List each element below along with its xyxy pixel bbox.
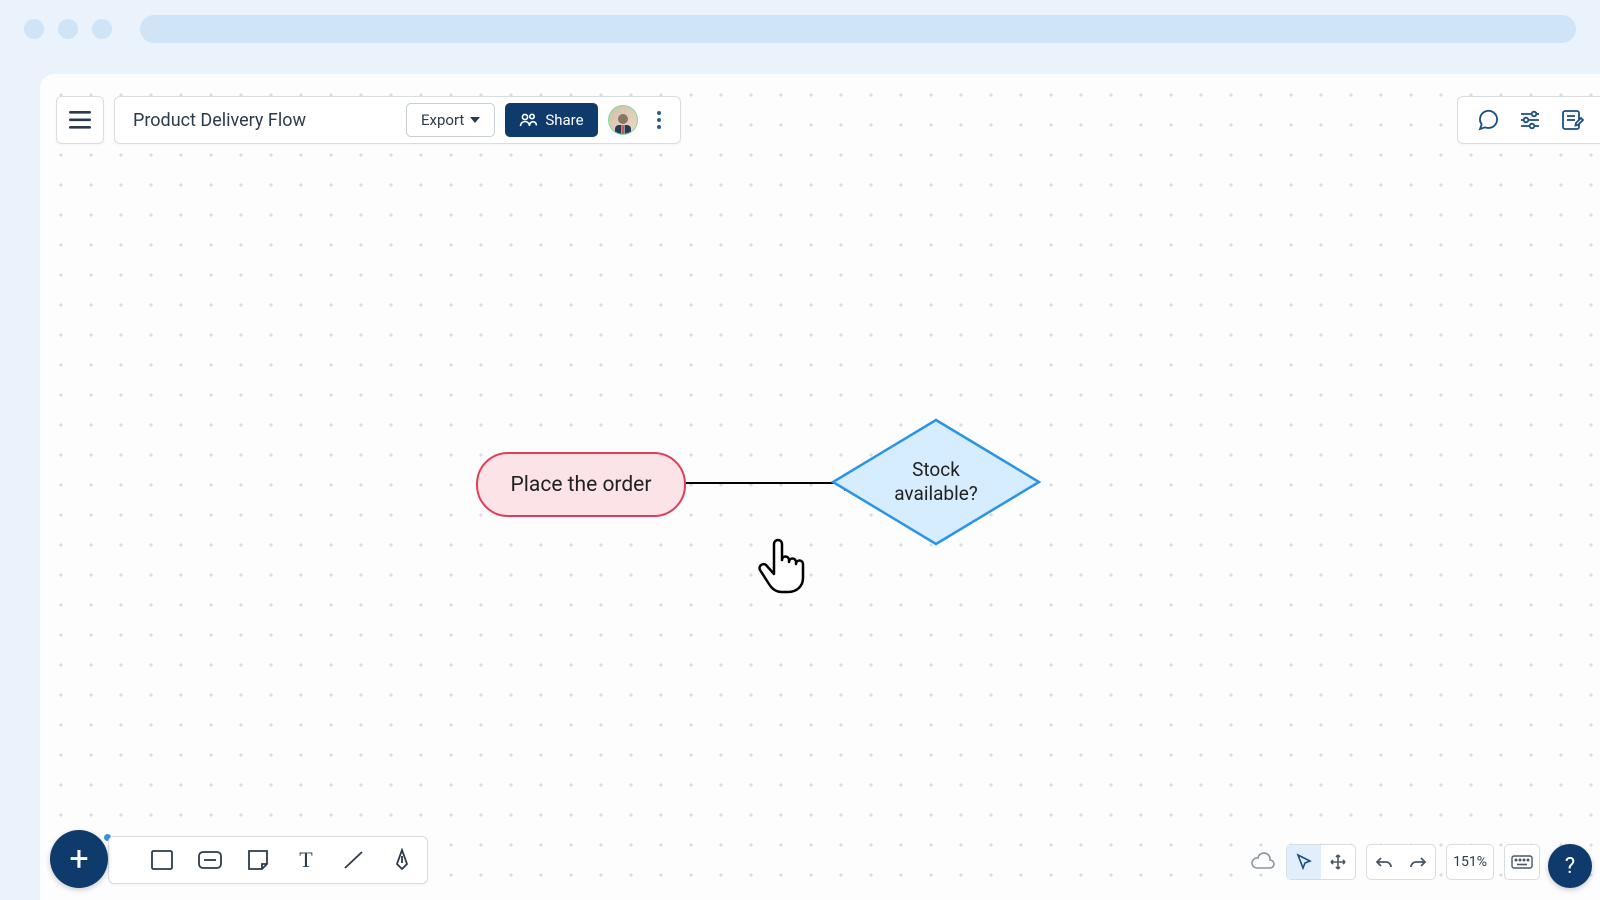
node-place-order[interactable]: Place the order: [476, 452, 686, 517]
pen-icon: [391, 848, 413, 872]
more-menu-button[interactable]: [648, 103, 670, 137]
notes-button[interactable]: [1560, 108, 1584, 132]
keyboard-icon: [1511, 855, 1533, 869]
text-tool-button[interactable]: T: [293, 847, 319, 873]
canvas[interactable]: Product Delivery Flow Export Share: [40, 74, 1600, 900]
pan-mode-button[interactable]: [1321, 845, 1355, 879]
plus-icon: +: [69, 839, 88, 879]
text-icon: T: [296, 849, 316, 871]
shape-card-button[interactable]: [197, 847, 223, 873]
rectangle-icon: [151, 850, 173, 870]
sync-status[interactable]: [1250, 852, 1276, 872]
undo-icon: [1375, 855, 1393, 869]
line-icon: [342, 848, 366, 872]
zoom-level: 151%: [1447, 854, 1493, 870]
node-label: Place the order: [511, 473, 652, 497]
cursor-mode-group: [1286, 844, 1356, 880]
shape-note-button[interactable]: [245, 847, 271, 873]
move-icon: [1329, 853, 1347, 871]
traffic-light-dot: [58, 19, 78, 39]
avatar-icon: [611, 110, 635, 134]
speech-bubble-icon: [1476, 108, 1500, 132]
view-controls: 151%: [1250, 840, 1540, 884]
redo-button[interactable]: [1401, 845, 1435, 879]
pen-tool-button[interactable]: [389, 847, 415, 873]
undo-button[interactable]: [1367, 845, 1401, 879]
help-icon: ?: [1565, 854, 1575, 879]
traffic-light-dot: [92, 19, 112, 39]
line-tool-button[interactable]: [341, 847, 367, 873]
undo-redo-group: [1366, 844, 1436, 880]
card-icon: [198, 851, 222, 869]
select-mode-button[interactable]: [1287, 845, 1321, 879]
document-toolbar: Product Delivery Flow Export Share: [114, 96, 681, 144]
export-label: Export: [421, 111, 464, 129]
share-label: Share: [545, 111, 583, 129]
zoom-display[interactable]: 151%: [1446, 844, 1494, 880]
address-bar[interactable]: [140, 15, 1576, 43]
sticky-note-icon: [247, 849, 269, 871]
node-label: Stock available?: [831, 418, 1041, 546]
cloud-icon: [1250, 852, 1276, 872]
hamburger-menu-button[interactable]: [56, 96, 104, 144]
traffic-light-dot: [24, 19, 44, 39]
add-shape-fab[interactable]: +: [50, 830, 108, 888]
right-toolbar: [1457, 96, 1600, 144]
avatar[interactable]: [608, 105, 638, 135]
sliders-icon: [1518, 109, 1542, 131]
browser-chrome: [0, 0, 1600, 58]
svg-text:T: T: [299, 849, 313, 871]
export-button[interactable]: Export: [406, 103, 495, 137]
share-button[interactable]: Share: [505, 103, 597, 137]
caret-down-icon: [470, 117, 480, 123]
people-icon: [519, 112, 537, 128]
node-stock-decision[interactable]: Stock available?: [831, 418, 1041, 546]
settings-button[interactable]: [1518, 109, 1542, 131]
cursor-icon: [1295, 853, 1313, 871]
help-button[interactable]: ?: [1548, 844, 1592, 888]
keyboard-button[interactable]: [1504, 844, 1540, 880]
redo-icon: [1409, 855, 1427, 869]
hamburger-icon: [69, 111, 91, 129]
shape-toolbar: T: [108, 836, 428, 884]
edit-note-icon: [1560, 108, 1584, 132]
document-title[interactable]: Product Delivery Flow: [133, 110, 396, 131]
hand-cursor-icon: [756, 536, 808, 596]
shape-rectangle-button[interactable]: [149, 847, 175, 873]
comment-button[interactable]: [1476, 108, 1500, 132]
